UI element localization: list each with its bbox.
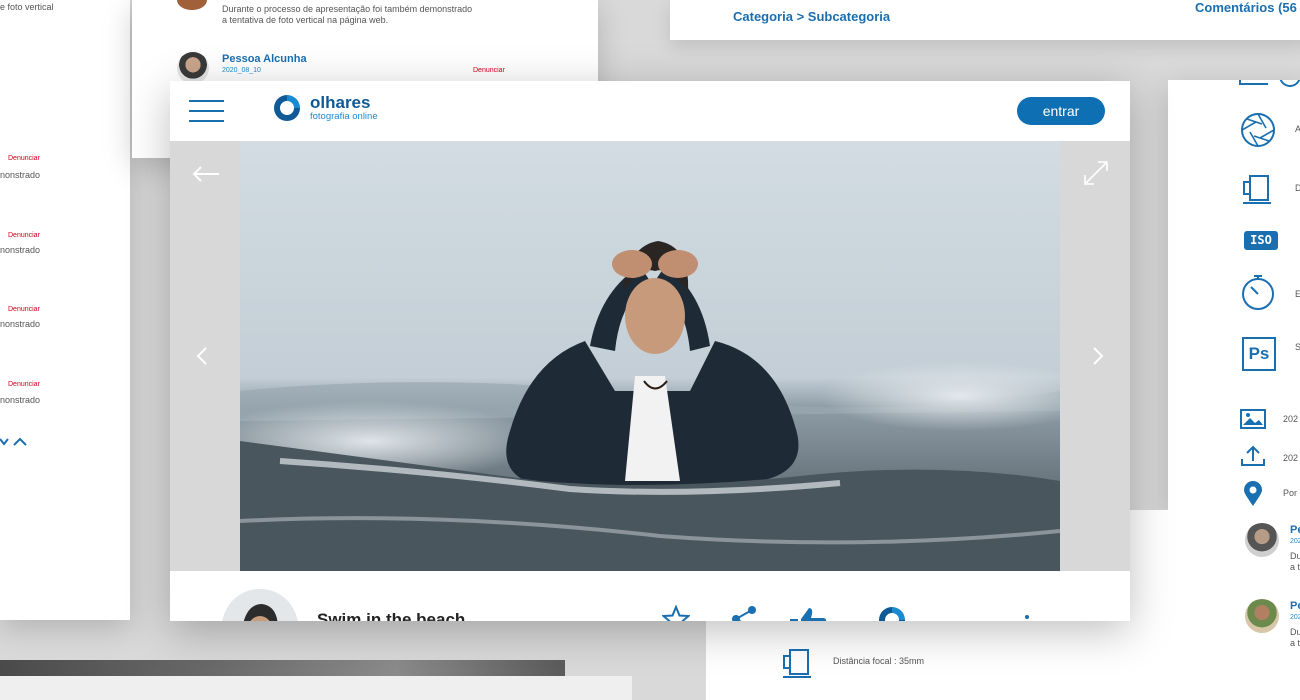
- background-comments-panel: Pe 202 Du a t Pe 202 Du a t: [1130, 510, 1300, 700]
- background-left-card: e foto vertical Denunciar nonstrado Denu…: [0, 0, 130, 620]
- comment-author[interactable]: Pessoa Alcunha: [222, 53, 307, 65]
- main-photo: [240, 141, 1060, 571]
- background-bottom-card: [0, 676, 632, 700]
- comment-text: e foto vertical: [0, 2, 54, 12]
- header: olhares fotografia online entrar: [170, 81, 1130, 141]
- iso-icon: ISO: [1244, 231, 1278, 250]
- share-icon[interactable]: [730, 605, 758, 621]
- focal-length-icon: [1243, 175, 1271, 204]
- stopwatch-icon: [1242, 275, 1274, 310]
- logo-icon[interactable]: [876, 605, 908, 621]
- photo-title: Swim in the beach: [317, 610, 466, 621]
- comment-text: a t: [1290, 562, 1300, 572]
- logo-name: olhares: [310, 93, 371, 112]
- chevron-up-down-icon[interactable]: [0, 436, 30, 450]
- camera-icon: [1239, 80, 1300, 87]
- detail-value: E: [1295, 289, 1300, 299]
- comment-text: nonstrado: [0, 395, 41, 405]
- detail-value: 202: [1283, 414, 1299, 424]
- logo-subtitle: fotografia online: [310, 111, 378, 122]
- photo-viewer-card: olhares fotografia online entrar Swim in…: [170, 81, 1130, 621]
- report-link[interactable]: Denunciar: [8, 306, 40, 313]
- detail-value: A: [1295, 124, 1300, 134]
- focal-distance: Distância focal : 35mm: [833, 656, 925, 666]
- avatar-image: [222, 589, 298, 621]
- breadcrumb[interactable]: Categoria > Subcategoria: [733, 9, 890, 24]
- background-focal-card: Distância focal : 35mm: [706, 620, 1130, 700]
- background-details-panel: A D ISO E Ps S 202 202 Por: [1168, 80, 1300, 512]
- detail-value: 202: [1283, 453, 1299, 463]
- focal-length-icon: [783, 649, 811, 678]
- detail-value: S: [1295, 342, 1300, 352]
- report-link[interactable]: Denunciar: [8, 381, 40, 388]
- like-icon[interactable]: [788, 605, 828, 621]
- comment-text: Durante o processo de apresentação foi t…: [222, 4, 473, 14]
- avatar[interactable]: [222, 589, 298, 621]
- comment-text: Du: [1290, 627, 1300, 637]
- comment-text: nonstrado: [0, 170, 41, 180]
- comments-count[interactable]: Comentários (56: [1195, 0, 1297, 15]
- comment-text: nonstrado: [0, 319, 41, 329]
- photo-illustration: [240, 141, 1060, 571]
- chevron-left-icon[interactable]: [196, 346, 208, 366]
- upload-icon: [1241, 445, 1265, 466]
- avatar: [177, 0, 207, 10]
- comment-date: 202: [1290, 614, 1300, 621]
- avatar: [1245, 599, 1279, 633]
- logo-icon: [274, 95, 300, 121]
- location-pin-icon: [1244, 481, 1262, 506]
- logo[interactable]: olhares fotografia online: [272, 93, 378, 123]
- image-icon: [1240, 409, 1266, 429]
- detail-value: D: [1295, 183, 1300, 193]
- chevron-right-icon[interactable]: [1092, 346, 1104, 366]
- photoshop-icon: Ps: [1242, 337, 1276, 371]
- aperture-icon: [1241, 113, 1275, 147]
- expand-icon[interactable]: [1083, 160, 1109, 186]
- comment-text: Du: [1290, 551, 1300, 561]
- star-icon[interactable]: [662, 605, 690, 621]
- photo-viewer: [170, 141, 1130, 571]
- avatar: [1245, 523, 1279, 557]
- menu-icon[interactable]: [189, 100, 224, 122]
- comment-text: nonstrado: [0, 245, 41, 255]
- report-link[interactable]: Denunciar: [8, 232, 40, 239]
- login-button[interactable]: entrar: [1017, 97, 1105, 125]
- photo-footer: Swim in the beach: [170, 571, 1130, 621]
- comment-text: a tentativa de foto vertical na página w…: [222, 15, 389, 25]
- comment-date: 202: [1290, 538, 1300, 545]
- comment-text: a t: [1290, 638, 1300, 648]
- report-link[interactable]: Denunciar: [473, 67, 505, 74]
- background-category-card: Categoria > Subcategoria Comentários (56: [670, 0, 1300, 40]
- comment-author[interactable]: Pe: [1290, 600, 1300, 612]
- avatar: [177, 52, 209, 84]
- comment-author[interactable]: Pe: [1290, 524, 1300, 536]
- comment-date: 2020_08_10: [222, 67, 261, 74]
- detail-value: Por: [1283, 488, 1298, 498]
- report-link[interactable]: Denunciar: [8, 155, 40, 162]
- more-icon[interactable]: [1025, 615, 1029, 619]
- background-photo-strip: [0, 660, 565, 676]
- arrow-left-icon[interactable]: [192, 165, 220, 183]
